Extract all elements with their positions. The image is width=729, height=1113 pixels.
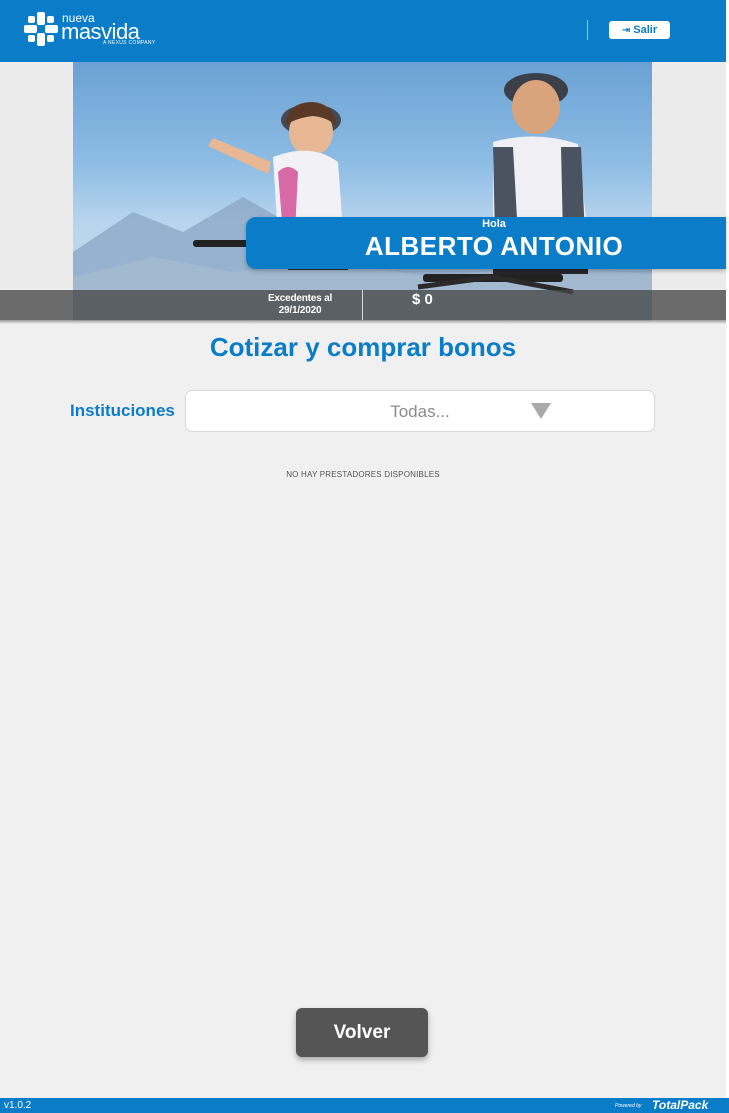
balance-divider (362, 290, 363, 320)
hero-shadow (0, 320, 726, 324)
app-footer: v1.0.2 Powered by TotalPack (0, 1098, 729, 1113)
back-button[interactable]: Volver (296, 1008, 428, 1057)
hero-image (73, 62, 652, 321)
user-name: ALBERTO ANTONIO (364, 231, 624, 261)
version-label: v1.0.2 (4, 1100, 32, 1111)
logo-sub-text: A NEXUS COMPANY (103, 40, 156, 46)
logout-label: Salir (633, 24, 658, 36)
institutions-select[interactable]: Todas... (185, 390, 655, 432)
header-divider (587, 20, 588, 40)
institutions-label: Instituciones (70, 401, 175, 420)
powered-by-label: Powered by (615, 1103, 642, 1109)
dropdown-arrow-icon (531, 403, 551, 419)
greeting-banner: Hola ALBERTO ANTONIO (246, 217, 726, 269)
balance-value: $ 0 (412, 291, 433, 308)
empty-providers-message: NO HAY PRESTADORES DISPONIBLES (286, 470, 440, 479)
institutions-selected-value: Todas... (390, 402, 450, 421)
cyclists-illustration (73, 73, 652, 321)
balance-label: Excedentes al 29/1/2020 (259, 293, 341, 317)
totalpack-logo: TotalPack (652, 1098, 709, 1112)
logo-cross-icon (24, 12, 58, 46)
app-header: nueva masvida A NEXUS COMPANY ⇥ Salir (0, 0, 726, 62)
balance-date: 29/1/2020 (278, 305, 322, 316)
masvida-logo[interactable]: nueva masvida A NEXUS COMPANY (24, 10, 164, 50)
greeting-label: Hola (482, 218, 506, 230)
page-title: Cotizar y comprar bonos (209, 332, 517, 362)
sign-out-icon: ⇥ (621, 25, 631, 36)
balance-bar: Excedentes al 29/1/2020 $ 0 (0, 290, 726, 320)
logout-button[interactable]: ⇥ Salir (609, 21, 670, 39)
balance-label-line1: Excedentes al (267, 293, 333, 304)
